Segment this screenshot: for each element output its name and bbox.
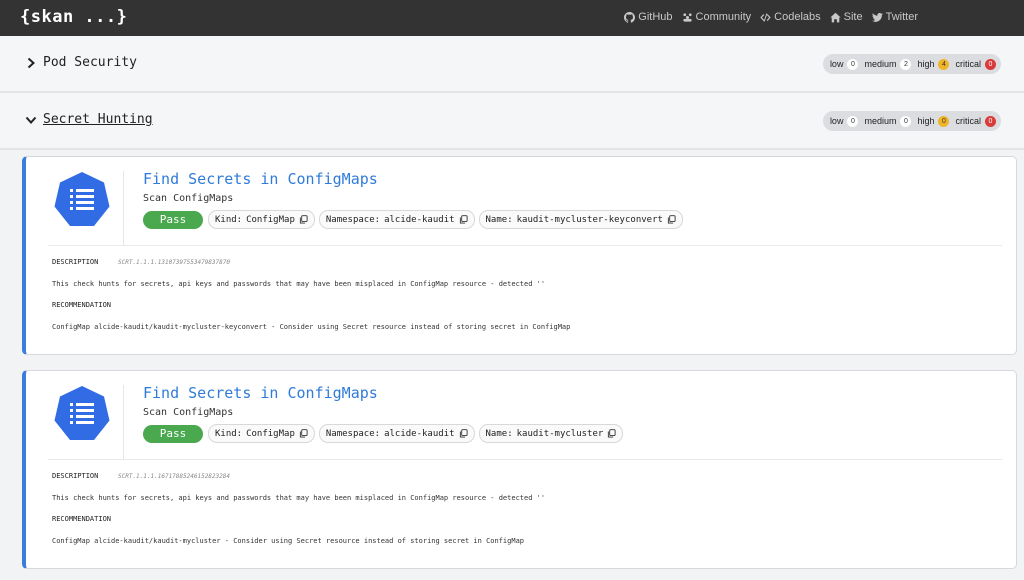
configmap-resource-icon [54, 386, 110, 440]
kind-tag: Kind: ConfigMap [208, 424, 315, 443]
name-tag: Name: kaudit-mycluster [478, 424, 624, 443]
section-pod-security: Pod Security low 0 medium 2 high 4 criti… [0, 36, 1024, 93]
recommendation-heading: RECOMMENDATION [52, 301, 112, 309]
namespace-value: alcide-kaudit [384, 428, 455, 439]
horizontal-divider [48, 245, 1002, 246]
description-text: This check hunts for secrets, api keys a… [52, 280, 546, 288]
section-title-secret-hunting: Secret Hunting [43, 112, 153, 127]
recommendation-text: ConfigMap alcide-kaudit/kaudit-mycluster… [52, 537, 525, 545]
configmap-resource-icon [54, 172, 110, 226]
namespace-tag: Namespace: alcide-kaudit [318, 210, 475, 229]
description-heading: DESCRIPTION [52, 472, 99, 480]
namespace-value: alcide-kaudit [384, 214, 455, 225]
rule-id: SCRT.1.1.1.13107397553479837870 [118, 259, 230, 266]
check-card: Find Secrets in ConfigMaps Scan ConfigMa… [22, 370, 1017, 569]
severity-low-count: 0 [847, 58, 859, 70]
severity-low-label: low [829, 59, 844, 69]
severity-critical-count: 0 [985, 115, 996, 127]
code-icon [760, 12, 771, 22]
check-tags: Pass Kind: ConfigMap Namespace: alcide-k… [143, 424, 627, 443]
section-toggle-pod-security[interactable]: Pod Security [25, 55, 137, 70]
copy-icon[interactable] [459, 429, 468, 438]
name-value: kaudit-mycluster [516, 428, 604, 439]
severity-summary: low 0 medium 2 high 4 critical 0 [822, 54, 1001, 74]
copy-icon[interactable] [607, 429, 616, 438]
recommendation-heading: RECOMMENDATION [52, 515, 112, 523]
name-value: kaudit-mycluster-keyconvert [516, 214, 663, 225]
severity-medium-count: 2 [900, 58, 912, 70]
namespace-tag: Namespace: alcide-kaudit [318, 424, 475, 443]
vertical-divider [123, 171, 124, 245]
status-badge[interactable]: Pass [143, 210, 203, 229]
brand-logo[interactable]: {skan ...} [20, 7, 127, 27]
severity-high-label: high [917, 116, 935, 126]
nav-codelabs-label: Codelabs [774, 11, 821, 23]
kind-label: Kind: [215, 428, 243, 439]
description-heading: DESCRIPTION [52, 258, 99, 266]
copy-icon[interactable] [667, 215, 676, 224]
vertical-divider [123, 385, 124, 459]
nav-links: GitHub Community Codelabs Site Twitter [615, 11, 918, 23]
horizontal-divider [48, 459, 1002, 460]
kind-value: ConfigMap [246, 214, 295, 225]
severity-critical-label: critical [955, 59, 981, 69]
severity-critical-count: 0 [985, 58, 996, 70]
twitter-icon [871, 12, 883, 22]
severity-high-count: 0 [938, 115, 950, 127]
copy-icon[interactable] [299, 429, 308, 438]
check-tags: Pass Kind: ConfigMap Namespace: alcide-k… [143, 210, 687, 229]
severity-low-label: low [829, 116, 844, 126]
section-toggle-secret-hunting[interactable]: Secret Hunting [25, 112, 153, 127]
severity-high-count: 4 [938, 58, 950, 70]
nav-github-label: GitHub [638, 11, 673, 23]
check-card: Find Secrets in ConfigMaps Scan ConfigMa… [22, 156, 1017, 355]
check-subtitle: Scan ConfigMaps [143, 193, 234, 204]
status-badge[interactable]: Pass [143, 424, 203, 443]
severity-summary: low 0 medium 0 high 0 critical 0 [822, 111, 1001, 131]
name-tag: Name: kaudit-mycluster-keyconvert [478, 210, 683, 229]
kind-value: ConfigMap [246, 428, 295, 439]
kind-tag: Kind: ConfigMap [208, 210, 315, 229]
chevron-down-icon [25, 116, 37, 124]
description-text: This check hunts for secrets, api keys a… [52, 494, 546, 502]
recommendation-text: ConfigMap alcide-kaudit/kaudit-mycluster… [52, 323, 571, 331]
rule-id: SCRT.1.1.1.16717885246152823284 [118, 473, 230, 480]
severity-high-label: high [917, 59, 935, 69]
nav-community-label: Community [695, 11, 752, 23]
severity-low-count: 0 [847, 115, 859, 127]
check-title: Find Secrets in ConfigMaps [143, 170, 378, 188]
section-title-pod-security: Pod Security [43, 55, 137, 70]
home-icon [829, 12, 841, 22]
community-icon [682, 12, 692, 22]
nav-twitter-link[interactable]: Twitter [871, 11, 918, 23]
nav-twitter-label: Twitter [885, 11, 918, 23]
nav-github-link[interactable]: GitHub [624, 11, 673, 23]
name-label: Name: [485, 214, 513, 225]
name-label: Name: [485, 428, 513, 439]
section-secret-hunting: Secret Hunting low 0 medium 0 high 0 cri… [0, 93, 1024, 150]
nav-site-link[interactable]: Site [829, 11, 863, 23]
namespace-label: Namespace: [325, 214, 381, 225]
severity-medium-count: 0 [900, 115, 912, 127]
copy-icon[interactable] [459, 215, 468, 224]
nav-community-link[interactable]: Community [682, 11, 752, 23]
check-title: Find Secrets in ConfigMaps [143, 384, 378, 402]
github-icon [624, 11, 636, 23]
top-navbar: {skan ...} GitHub Community Codelabs Sit… [0, 0, 1024, 36]
severity-medium-label: medium [864, 59, 897, 69]
severity-medium-label: medium [864, 116, 897, 126]
check-subtitle: Scan ConfigMaps [143, 407, 234, 418]
severity-critical-label: critical [955, 116, 981, 126]
kind-label: Kind: [215, 214, 243, 225]
namespace-label: Namespace: [325, 428, 381, 439]
nav-site-label: Site [843, 11, 863, 23]
chevron-right-icon [27, 57, 35, 68]
nav-codelabs-link[interactable]: Codelabs [760, 11, 821, 23]
copy-icon[interactable] [299, 215, 308, 224]
